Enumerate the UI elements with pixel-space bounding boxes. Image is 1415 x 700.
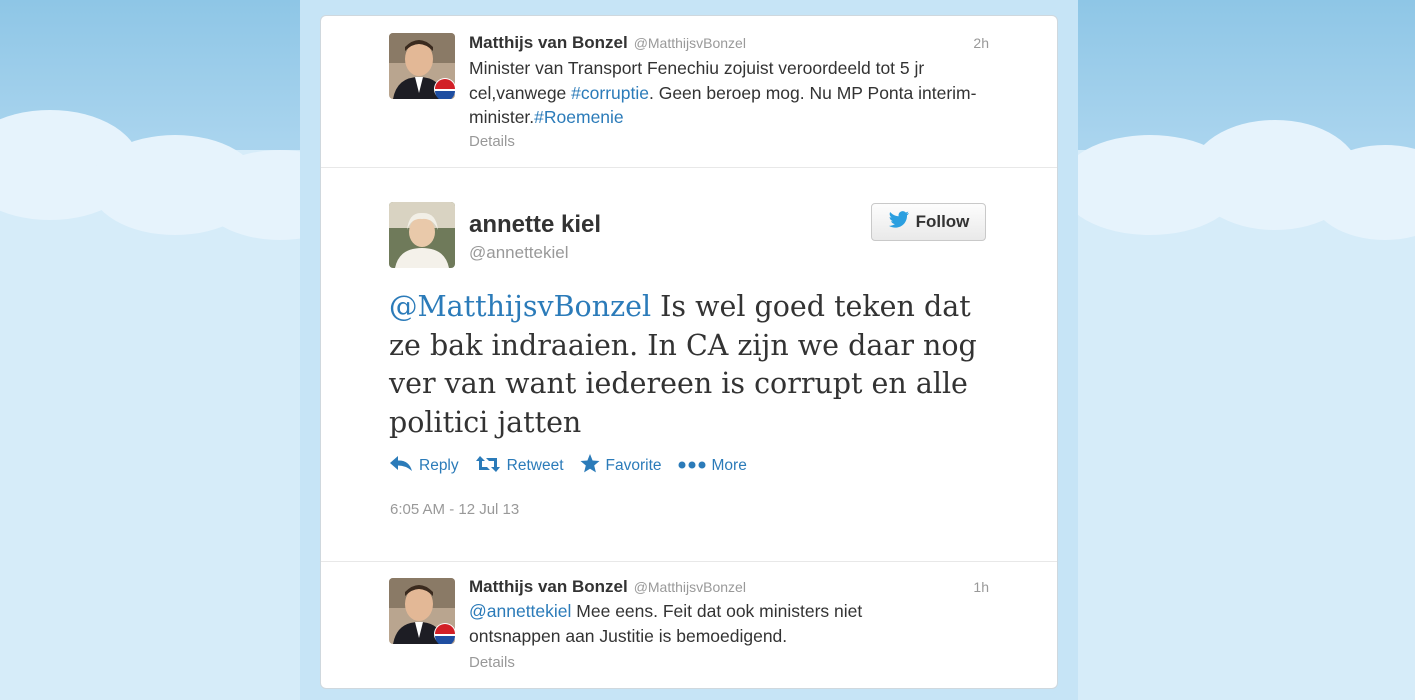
user-handle[interactable]: @MatthijsvBonzel	[634, 35, 746, 51]
tweet-text: @annettekiel Mee eens. Feit dat ook mini…	[469, 599, 929, 648]
favorite-label: Favorite	[605, 457, 662, 474]
tweet-header: Matthijs van Bonzel @MatthijsvBonzel	[469, 33, 746, 53]
avatar[interactable]	[389, 578, 455, 644]
retweet-icon	[475, 455, 501, 478]
avatar[interactable]	[389, 202, 455, 268]
user-name[interactable]: Matthijs van Bonzel	[469, 33, 628, 52]
tweet-timestamp[interactable]: 6:05 AM - 12 Jul 13	[390, 501, 519, 518]
tweet-time[interactable]: 2h	[973, 35, 989, 51]
parent-tweet[interactable]: Matthijs van Bonzel @MatthijsvBonzel 2h M…	[321, 16, 1057, 167]
follow-button-label: Follow	[915, 212, 970, 231]
avatar[interactable]	[389, 33, 455, 99]
mention-link[interactable]: @MatthijsvBonzel	[389, 290, 651, 323]
details-link[interactable]: Details	[469, 654, 515, 671]
reply-tweet[interactable]: Matthijs van Bonzel @MatthijsvBonzel 1h @…	[321, 561, 1057, 688]
tweet-header: Matthijs van Bonzel @MatthijsvBonzel	[469, 577, 746, 597]
mention-link[interactable]: @annettekiel	[469, 601, 571, 621]
tweet-actions: Reply Retweet Favorite More	[389, 454, 747, 478]
favorite-button[interactable]: Favorite	[580, 454, 662, 478]
user-handle[interactable]: @MatthijsvBonzel	[634, 579, 746, 595]
follow-button[interactable]: Follow	[871, 203, 986, 241]
details-link[interactable]: Details	[469, 133, 515, 150]
more-dots-icon	[678, 457, 706, 475]
bird-icon	[888, 210, 910, 234]
retweet-label: Retweet	[506, 457, 564, 474]
tweet-body: @MatthijsvBonzel Is wel goed teken dat z…	[389, 288, 979, 442]
user-name[interactable]: annette kiel	[469, 211, 601, 239]
tweet-text: Minister van Transport Fenechiu zojuist …	[469, 56, 989, 130]
more-button[interactable]: More	[678, 454, 747, 478]
retweet-button[interactable]: Retweet	[475, 454, 564, 478]
more-label: More	[711, 457, 747, 474]
tweet-conversation-card: Matthijs van Bonzel @MatthijsvBonzel 2h M…	[320, 15, 1058, 689]
reply-label: Reply	[419, 457, 459, 474]
tweet-time[interactable]: 1h	[973, 579, 989, 595]
star-icon	[580, 454, 600, 478]
reply-button[interactable]: Reply	[389, 454, 459, 478]
hashtag-link[interactable]: #corruptie	[571, 83, 649, 103]
user-handle[interactable]: @annettekiel	[469, 243, 569, 263]
divider	[321, 167, 1057, 168]
hashtag-link[interactable]: #Roemenie	[534, 107, 624, 127]
user-name[interactable]: Matthijs van Bonzel	[469, 577, 628, 596]
reply-icon	[389, 455, 413, 478]
